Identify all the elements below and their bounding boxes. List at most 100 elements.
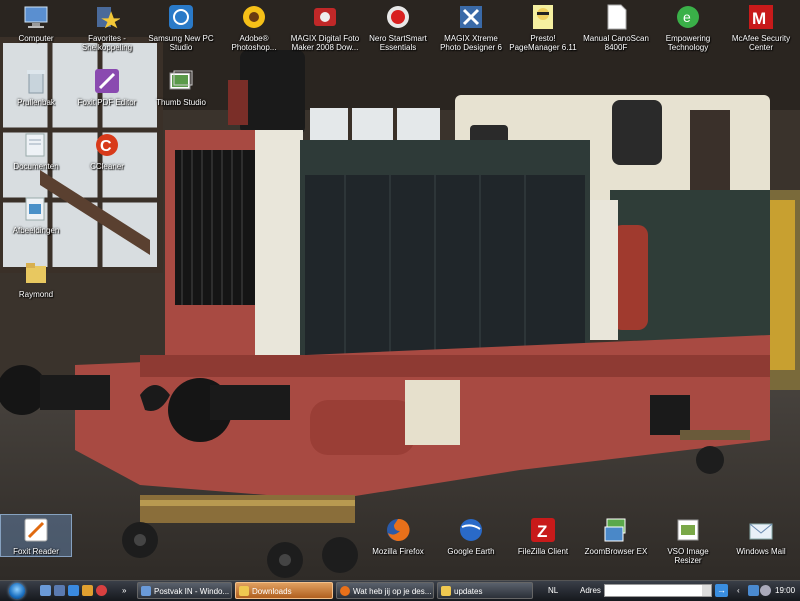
svg-text:Z: Z <box>537 522 547 541</box>
desktop-icon-magix-foto[interactable]: MAGIX Digital Foto Maker 2008 Dow... <box>290 2 360 52</box>
volume-icon[interactable] <box>760 585 771 596</box>
desktop-icon-presto[interactable]: Presto! PageManager 6.11 <box>508 2 578 52</box>
network-icon[interactable] <box>748 585 759 596</box>
language-indicator[interactable]: NL <box>548 581 558 601</box>
photoshop-sunflower-icon <box>239 2 269 32</box>
desktop-icon-label: Google Earth <box>447 547 495 556</box>
thumb-studio-icon <box>166 66 196 96</box>
quick-launch-overflow[interactable]: » <box>122 581 126 601</box>
foxit-pdf-editor-icon <box>92 66 122 96</box>
desktop-icon-label: Mozilla Firefox <box>372 547 424 556</box>
desktop[interactable]: Computer Favorites - Snelkoppeling Samsu… <box>0 0 800 580</box>
desktop-icon-label: Afbeeldingen <box>12 226 60 235</box>
vso-image-resizer-icon <box>673 515 703 545</box>
mcafee-icon: M <box>746 2 776 32</box>
folder-icon <box>441 586 451 596</box>
desktop-icon-google-earth[interactable]: Google Earth <box>436 515 506 556</box>
media-player-icon[interactable] <box>82 585 93 596</box>
desktop-icon-label: Adobe® Photoshop... <box>231 34 277 52</box>
desktop-icon-label: Empowering Technology <box>665 34 711 52</box>
desktop-icon-windows-mail[interactable]: Windows Mail <box>726 515 796 556</box>
windows-mail-icon <box>746 515 776 545</box>
ie-icon[interactable] <box>68 585 79 596</box>
taskbar: » Postvak IN - Windo... Downloads Wat he… <box>0 580 800 601</box>
go-button[interactable]: → <box>715 584 728 597</box>
firefox-icon[interactable] <box>96 585 107 596</box>
taskbar-button-label: Wat heb jij op je des... <box>353 587 432 596</box>
desktop-icon-samsung[interactable]: Samsung New PC Studio <box>146 2 216 52</box>
start-button[interactable] <box>2 581 32 601</box>
tray-expand[interactable]: ‹ <box>737 581 740 601</box>
desktop-icon-thumb-studio[interactable]: Thumb Studio <box>146 66 216 107</box>
desktop-icon-label: MAGIX Digital Foto Maker 2008 Dow... <box>290 34 360 52</box>
desktop-icon-photoshop[interactable]: Adobe® Photoshop... <box>219 2 289 52</box>
desktop-icon-vso[interactable]: VSO Image Resizer <box>653 515 723 565</box>
taskbar-button-label: Postvak IN - Windo... <box>154 587 230 596</box>
desktop-icon-label: Samsung New PC Studio <box>148 34 214 52</box>
samsung-pc-studio-icon <box>166 2 196 32</box>
desktop-icon-magix-designer[interactable]: MAGIX Xtreme Photo Designer 6 <box>436 2 506 52</box>
desktop-icon-label: FileZilla Client <box>517 547 569 556</box>
desktop-icon-label: Favorites - Snelkoppeling <box>81 34 133 52</box>
taskbar-button-firefox[interactable]: Wat heb jij op je des... <box>336 582 434 599</box>
zoombrowser-icon <box>601 515 631 545</box>
computer-icon <box>21 2 51 32</box>
empowering-technology-icon: e <box>673 2 703 32</box>
desktop-icon-label: Prullenbak <box>17 98 55 107</box>
folder-icon <box>239 586 249 596</box>
desktop-icon-label: Foxit Reader <box>13 547 59 556</box>
chevron-down-icon[interactable] <box>702 585 711 596</box>
taskbar-button-updates[interactable]: updates <box>437 582 533 599</box>
svg-text:C: C <box>100 138 112 155</box>
taskbar-button-label: Downloads <box>252 587 292 596</box>
desktop-icon-ccleaner[interactable]: C CCleaner <box>72 130 142 171</box>
desktop-icon-label: Nero StartSmart Essentials <box>369 34 427 52</box>
presto-pagemanager-icon <box>528 2 558 32</box>
desktop-icon-label: McAfee Security Center <box>731 34 791 52</box>
desktop-icon-label: ZoomBrowser EX <box>584 547 648 556</box>
desktop-icon-pictures[interactable]: Afbeeldingen <box>1 194 71 235</box>
magix-photo-designer-icon <box>456 2 486 32</box>
desktop-icon-mcafee[interactable]: M McAfee Security Center <box>726 2 796 52</box>
desktop-icon-label: Presto! PageManager 6.11 <box>509 34 577 52</box>
desktop-icon-label: VSO Image Resizer <box>667 547 709 565</box>
desktop-icon-canoscan[interactable]: Manual CanoScan 8400F <box>581 2 651 52</box>
switch-windows-icon[interactable] <box>54 585 65 596</box>
svg-text:e: e <box>683 9 691 25</box>
desktop-icon-label: MAGIX Xtreme Photo Designer 6 <box>440 34 502 52</box>
desktop-icon-label: Documenten <box>13 162 59 171</box>
clock[interactable]: 19:00 <box>775 581 795 601</box>
firefox-icon <box>340 586 350 596</box>
desktop-icon-computer[interactable]: Computer <box>1 2 71 43</box>
windows-orb-icon <box>9 583 25 599</box>
desktop-icon-recycle-bin[interactable]: Prullenbak <box>1 66 71 107</box>
desktop-icon-label: Thumb Studio <box>156 98 206 107</box>
desktop-icon-favorites[interactable]: Favorites - Snelkoppeling <box>72 2 142 52</box>
desktop-icon-raymond[interactable]: Raymond <box>1 258 71 299</box>
firefox-icon <box>383 515 413 545</box>
documents-folder-icon <box>21 130 51 160</box>
desktop-icon-empowering[interactable]: e Empowering Technology <box>653 2 723 52</box>
desktop-icon-label: Manual CanoScan 8400F <box>583 34 649 52</box>
address-toolbar-label: Adres <box>580 586 601 595</box>
taskbar-button-postvak[interactable]: Postvak IN - Windo... <box>137 582 232 599</box>
svg-text:M: M <box>752 9 766 28</box>
taskbar-button-label: updates <box>454 587 483 596</box>
desktop-icon-zoombrowser[interactable]: ZoomBrowser EX <box>581 515 651 556</box>
desktop-icon-foxit-editor[interactable]: Foxit PDF Editor <box>72 66 142 107</box>
taskbar-button-downloads[interactable]: Downloads <box>235 582 333 599</box>
pictures-folder-icon <box>21 194 51 224</box>
desktop-icon-label: Computer <box>18 34 54 43</box>
desktop-icon-nero[interactable]: Nero StartSmart Essentials <box>363 2 433 52</box>
show-desktop-icon[interactable] <box>40 585 51 596</box>
desktop-icon-foxit-reader[interactable]: Foxit Reader <box>0 514 72 557</box>
address-input[interactable] <box>604 584 712 597</box>
magix-foto-maker-icon <box>310 2 340 32</box>
desktop-icon-filezilla[interactable]: Z FileZilla Client <box>508 515 578 556</box>
desktop-icon-firefox[interactable]: Mozilla Firefox <box>363 515 433 556</box>
document-icon <box>601 2 631 32</box>
desktop-icon-label: CCleaner <box>90 162 124 171</box>
desktop-icon-label: Raymond <box>18 290 54 299</box>
desktop-icon-documents[interactable]: Documenten <box>1 130 71 171</box>
user-folder-icon <box>21 258 51 288</box>
